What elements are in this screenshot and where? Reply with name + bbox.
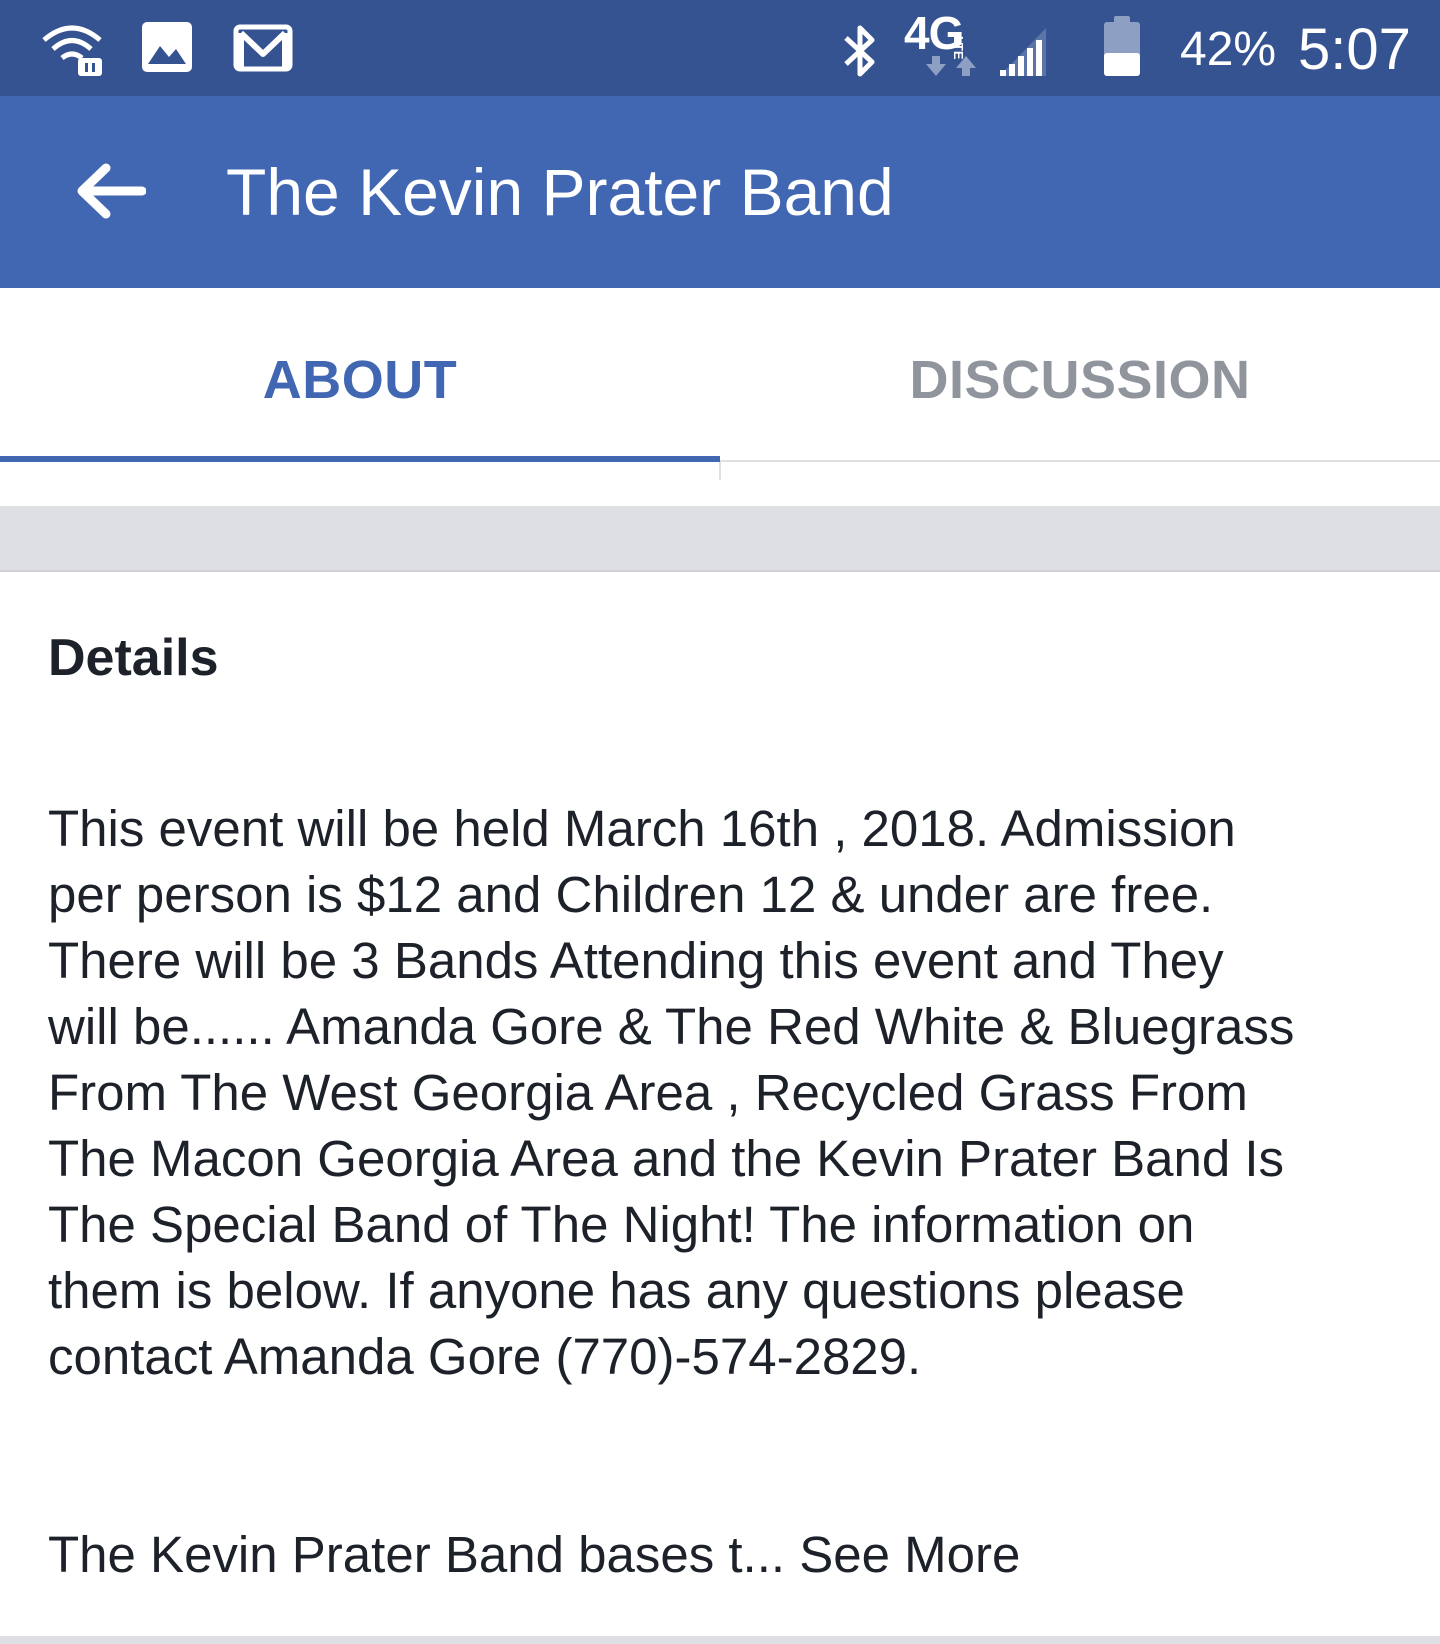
truncated-text: The Kevin Prater Band bases t...: [48, 1526, 786, 1583]
wifi-calling-icon: [42, 25, 102, 76]
details-line: From The West Georgia Area , Recycled Gr…: [48, 1064, 1248, 1121]
details-line: The Special Band of The Night! The infor…: [48, 1196, 1195, 1253]
clock: 5:07: [1298, 17, 1411, 82]
tab-discussion[interactable]: DISCUSSION: [720, 288, 1440, 462]
app-bar: The Kevin Prater Band: [0, 96, 1440, 288]
page-title: The Kevin Prater Band: [226, 155, 894, 229]
battery-percent: 42%: [1180, 23, 1277, 76]
section-separator: [0, 506, 1440, 572]
details-line: them is below. If anyone has any questio…: [48, 1262, 1185, 1319]
truncated-description: The Kevin Prater Band bases t... See Mor…: [48, 1522, 1020, 1588]
gmail-icon: [233, 24, 293, 72]
tab-about[interactable]: ABOUT: [0, 288, 720, 462]
battery-icon: [1104, 16, 1140, 76]
bluetooth-icon: [844, 25, 875, 77]
status-bar: 4G LTE 42% 5:07: [0, 0, 1440, 96]
details-line: will be...... Amanda Gore & The Red Whit…: [48, 998, 1295, 1055]
tab-underline: [720, 460, 1440, 462]
tab-about-label: ABOUT: [262, 350, 458, 410]
details-card: Details This event will be held March 16…: [0, 572, 1440, 1636]
data-arrows-icon: [926, 56, 976, 76]
bottom-separator: [0, 1636, 1440, 1644]
see-more-link[interactable]: See More: [799, 1526, 1020, 1583]
details-line: per person is $12 and Children 12 & unde…: [48, 866, 1214, 923]
details-line: This event will be held March 16th , 201…: [48, 800, 1236, 857]
details-line: contact Amanda Gore (770)-574-2829.: [48, 1328, 922, 1385]
details-line: There will be 3 Bands Attending this eve…: [48, 932, 1224, 989]
details-heading: Details: [48, 629, 219, 687]
tab-bar: ABOUT DISCUSSION: [0, 288, 1440, 480]
details-text: This event will be held March 16th , 201…: [48, 796, 1418, 1390]
signal-icon: [1000, 28, 1046, 76]
tab-divider: [719, 462, 721, 480]
image-icon: [142, 22, 192, 72]
back-arrow-icon[interactable]: [74, 162, 146, 220]
active-tab-indicator: [0, 456, 720, 462]
tab-discussion-label: DISCUSSION: [909, 350, 1251, 410]
details-line: The Macon Georgia Area and the Kevin Pra…: [48, 1130, 1285, 1187]
